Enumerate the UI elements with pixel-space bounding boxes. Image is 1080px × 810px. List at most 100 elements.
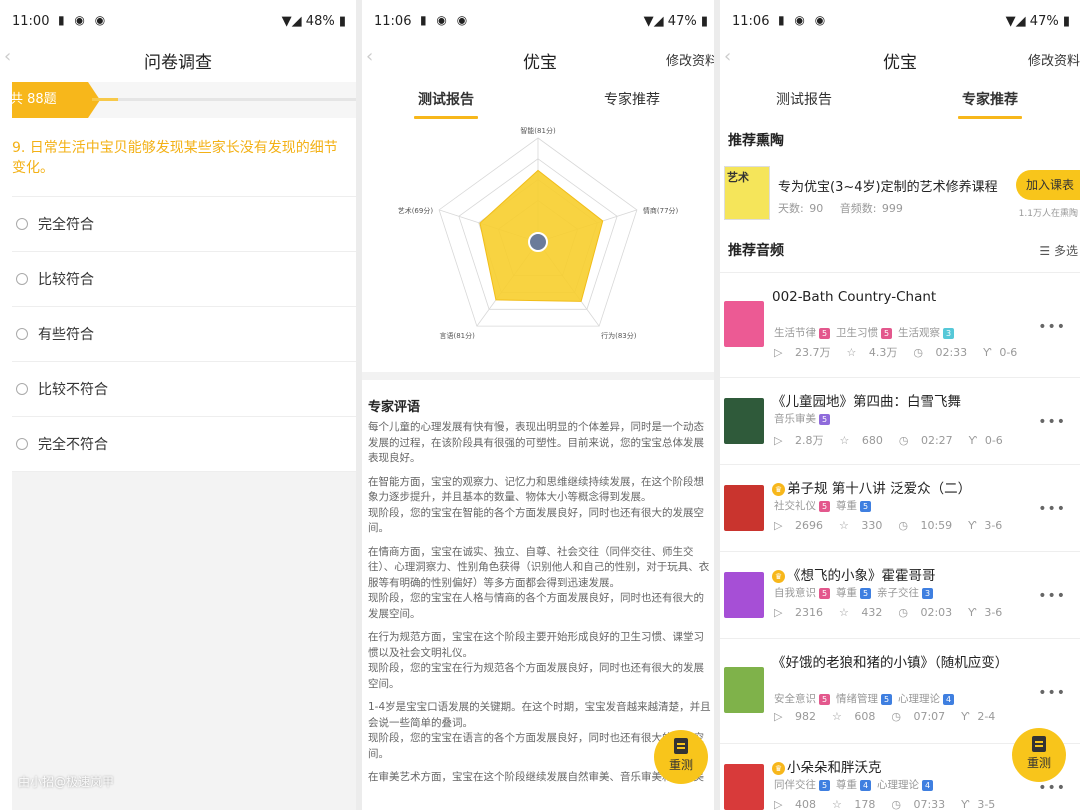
vip-icon: ♛ xyxy=(772,570,785,583)
audio-title: 《儿童园地》第四曲：白雪飞舞 xyxy=(772,394,961,410)
audio-stats: ▷ 2316 ☆ 432 ◷ 02:03 Ƴ 3-6 xyxy=(774,606,1018,619)
join-schedule-button[interactable]: 加入课表 xyxy=(1016,170,1080,200)
answer-option[interactable]: 完全符合 xyxy=(12,197,356,252)
age-range: Ƴ 2-4 xyxy=(961,710,996,723)
option-label: 比较符合 xyxy=(38,272,94,288)
status-right: ▼◢ 47% ▮ xyxy=(644,14,708,29)
audio-stats: ▷ 408 ☆ 178 ◷ 07:33 Ƴ 3-5 xyxy=(774,798,1011,810)
more-icon[interactable]: ••• xyxy=(1038,780,1066,796)
option-label: 完全不符合 xyxy=(38,437,108,453)
course-thumbnail: 艺术 xyxy=(724,166,770,220)
section-title-course: 推荐熏陶 xyxy=(728,133,784,149)
tab-test-report[interactable]: 测试报告 xyxy=(776,89,832,109)
edit-profile-link[interactable]: 修改资料 xyxy=(1028,50,1080,69)
radio-icon[interactable] xyxy=(16,273,28,285)
wifi-icon: ▼◢ xyxy=(1005,14,1026,29)
audio-tags: 安全意识 5 情绪管理 5 心理理论 4 xyxy=(774,691,960,706)
answer-option[interactable]: 比较符合 xyxy=(12,252,356,307)
age-icon: Ƴ xyxy=(968,519,977,532)
star-icon: ☆ xyxy=(831,710,842,723)
tab-bar: 测试报告 专家推荐 xyxy=(362,80,718,120)
audio-item[interactable]: 《好饿的老狼和猪的小镇》（随机应变） 安全意识 5 情绪管理 5 心理理论 4 ▷ 982 ☆ … xyxy=(720,638,1080,743)
audio-stats: ▷ 2696 ☆ 330 ◷ 10:59 Ƴ 3-6 xyxy=(774,519,1018,532)
recommended-course[interactable]: 艺术 专为优宝(3~4岁)定制的艺术修养课程 天数: 90 音频数: 999 加… xyxy=(720,162,1080,224)
like-count: ☆ 608 xyxy=(831,710,876,723)
tag-score-badge: 4 xyxy=(943,694,954,705)
avatar xyxy=(528,232,548,252)
audio-tag: 心理理论 4 xyxy=(898,693,954,705)
age-icon: Ƴ xyxy=(968,606,977,619)
radio-icon[interactable] xyxy=(16,328,28,340)
battery-icon: ▮ xyxy=(700,14,708,29)
status-right: ▼◢ 48% ▮ xyxy=(282,14,346,29)
audio-item[interactable]: ♛ 《想飞的小象》霍霍哥哥 自我意识 5 尊重 5 亲子交往 3 ▷ 2316 ☆ 432 ◷ 02… xyxy=(720,551,1080,638)
option-label: 完全符合 xyxy=(38,217,94,233)
audio-item[interactable]: 《儿童园地》第四曲：白雪飞舞 音乐审美 5 ▷ 2.8万 ☆ 680 ◷ 02:27 Ƴ 0-… xyxy=(720,377,1080,464)
expert-recommend-screen: 11:06 ▮ ◉ ◉ ▼◢ 47% ▮ ‹ 优宝 修改资料 测试报告 专家推荐… xyxy=(720,0,1080,810)
nav-bar: ‹ 问卷调查 xyxy=(0,44,356,78)
audio-tag: 生活节律 5 xyxy=(774,327,830,339)
page-title: 优宝 xyxy=(883,53,917,73)
like-count: ☆ 680 xyxy=(839,434,883,447)
play-count: ▷ 982 xyxy=(774,710,816,723)
audio-tag: 生活观察 3 xyxy=(898,327,954,339)
audio-tag: 心理理论 4 xyxy=(877,779,933,791)
audio-stats: ▷ 2.8万 ☆ 680 ◷ 02:27 Ƴ 0-6 xyxy=(774,432,1019,448)
status-time: 11:06 xyxy=(374,14,412,29)
vip-icon: ♛ xyxy=(772,762,785,775)
audio-item[interactable]: ♛ 弟子规 第十八讲 泛爱众（二） 社交礼仪 5 尊重 5 ▷ 2696 ☆ 330 ◷ 10:… xyxy=(720,464,1080,551)
tag-score-badge: 5 xyxy=(881,328,892,339)
like-count: ☆ 330 xyxy=(838,519,883,532)
radar-label: 艺术(69分) xyxy=(398,206,434,215)
vip-icon: ♛ xyxy=(772,483,785,496)
more-icon[interactable]: ••• xyxy=(1038,588,1066,604)
tab-expert-recommend[interactable]: 专家推荐 xyxy=(604,89,660,109)
option-label: 比较不符合 xyxy=(38,382,108,398)
wifi-icon: ▼◢ xyxy=(643,14,664,29)
clipboard-icon xyxy=(1032,736,1046,752)
star-icon: ☆ xyxy=(839,434,850,447)
answer-options: 完全符合比较符合有些符合比较不符合完全不符合 xyxy=(12,196,356,472)
audio-thumbnail xyxy=(724,572,764,618)
audio-title: 《好饿的老狼和猪的小镇》（随机应变） xyxy=(772,655,1009,671)
audio-list: 002-Bath Country-Chant 生活节律 5 卫生习惯 5 生活观察 3 ▷ 2… xyxy=(720,272,1080,810)
duration: ◷ 07:07 xyxy=(891,710,946,723)
retest-button[interactable]: 重测 xyxy=(654,730,708,784)
play-icon: ▷ xyxy=(774,346,783,359)
duration: ◷ 02:27 xyxy=(898,434,953,447)
tab-test-report[interactable]: 测试报告 xyxy=(418,89,474,109)
age-icon: Ƴ xyxy=(968,434,977,447)
audio-tag: 同伴交往 5 xyxy=(774,779,830,791)
audio-stats: ▷ 982 ☆ 608 ◷ 07:07 Ƴ 2-4 xyxy=(774,710,1011,723)
radio-icon[interactable] xyxy=(16,218,28,230)
audio-tags: 同伴交往 5 尊重 4 心理理论 4 xyxy=(774,777,939,792)
more-icon[interactable]: ••• xyxy=(1038,501,1066,517)
multi-select-button[interactable]: ☰ 多选 xyxy=(1039,242,1078,259)
radio-icon[interactable] xyxy=(16,438,28,450)
more-icon[interactable]: ••• xyxy=(1038,685,1066,701)
retest-button[interactable]: 重测 xyxy=(1012,728,1066,782)
age-range: Ƴ 3-5 xyxy=(961,798,996,810)
age-icon: Ƴ xyxy=(961,710,970,723)
radar-label: 行为(83分) xyxy=(601,331,637,340)
audio-tags: 音乐审美 5 xyxy=(774,411,836,426)
answer-option[interactable]: 有些符合 xyxy=(12,307,356,362)
play-icon: ▷ xyxy=(774,434,783,447)
test-report-screen: 11:06 ▮ ◉ ◉ ▼◢ 47% ▮ ‹ 优宝 修改资料 测试报告 专家推荐… xyxy=(362,0,718,810)
clock-icon: ◷ xyxy=(898,434,909,447)
nav-bar: ‹ 优宝 修改资料 xyxy=(720,44,1080,78)
edit-profile-link[interactable]: 修改资料 xyxy=(666,50,718,69)
radio-icon[interactable] xyxy=(16,383,28,395)
duration: ◷ 10:59 xyxy=(898,519,953,532)
more-icon[interactable]: ••• xyxy=(1038,414,1066,430)
like-count: ☆ 432 xyxy=(838,606,883,619)
tag-score-badge: 5 xyxy=(819,694,830,705)
answer-option[interactable]: 完全不符合 xyxy=(12,417,356,472)
audio-item[interactable]: 002-Bath Country-Chant 生活节律 5 卫生习惯 5 生活观察 3 ▷ 2… xyxy=(720,272,1080,377)
status-time: 11:00 xyxy=(12,14,50,29)
tag-score-badge: 5 xyxy=(860,501,871,512)
more-icon[interactable]: ••• xyxy=(1038,319,1066,335)
play-count: ▷ 2.8万 xyxy=(774,434,824,447)
tab-expert-recommend[interactable]: 专家推荐 xyxy=(962,89,1018,109)
answer-option[interactable]: 比较不符合 xyxy=(12,362,356,417)
